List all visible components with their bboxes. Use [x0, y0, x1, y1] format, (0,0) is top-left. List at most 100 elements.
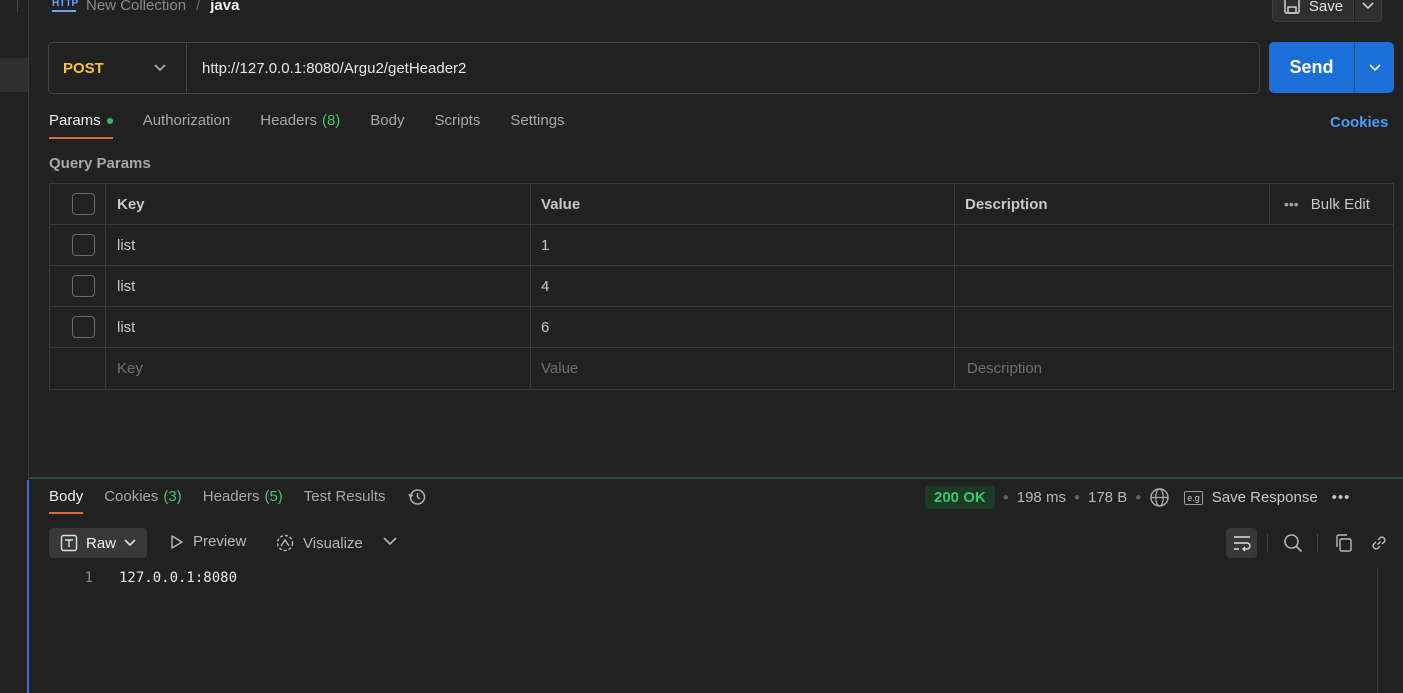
tab-authorization[interactable]: Authorization: [143, 112, 231, 139]
request-url-bar: POST http://127.0.0.1:8080/Argu2/getHead…: [48, 42, 1260, 94]
row-checkbox-cell: [50, 225, 106, 265]
sidebar-accent-line: [27, 480, 29, 693]
tab-label: Test Results: [303, 488, 386, 505]
table-row: list 1: [50, 225, 1393, 266]
row-checkbox[interactable]: [72, 316, 95, 338]
breadcrumb: HTTP New Collection / java: [52, 0, 239, 16]
preview-button[interactable]: Preview: [169, 533, 246, 550]
response-tab-headers[interactable]: Headers (5): [203, 488, 283, 514]
row-checkbox-cell: [50, 307, 106, 347]
param-key[interactable]: list: [106, 307, 531, 347]
send-button[interactable]: Send: [1269, 42, 1354, 93]
editor-scrollbar[interactable]: [1377, 568, 1378, 693]
save-icon: [1284, 0, 1300, 14]
line-number: 1: [84, 570, 93, 586]
link-button[interactable]: [1367, 532, 1391, 554]
search-button[interactable]: [1281, 532, 1305, 554]
response-body-line: 127.0.0.1:8080: [119, 570, 238, 586]
tab-label: Cookies: [104, 488, 159, 505]
save-group: Save: [1272, 0, 1382, 22]
globe-icon[interactable]: [1149, 487, 1170, 508]
query-params-title: Query Params: [49, 155, 151, 172]
preview-label: Preview: [193, 533, 247, 550]
tab-label: Authorization: [142, 112, 231, 129]
param-key[interactable]: list: [106, 225, 531, 265]
param-key[interactable]: list: [106, 266, 531, 306]
tab-label: Headers: [260, 112, 317, 129]
column-header-description: Description: [955, 184, 1270, 224]
wrap-lines-button[interactable]: [1226, 528, 1257, 558]
param-description[interactable]: [955, 307, 1393, 347]
format-select[interactable]: Raw: [49, 528, 147, 558]
save-button[interactable]: Save: [1272, 0, 1354, 22]
response-size[interactable]: 178 B: [1088, 489, 1127, 506]
param-value[interactable]: 6: [531, 307, 955, 347]
save-dropdown-button[interactable]: [1354, 0, 1382, 22]
tab-label: Headers: [202, 488, 260, 505]
response-tab-cookies[interactable]: Cookies (3): [104, 488, 182, 514]
separator-dot: ●: [1073, 492, 1080, 503]
chevron-down-icon: [124, 539, 136, 547]
tab-body[interactable]: Body: [370, 112, 404, 139]
separator-dot: ●: [1135, 492, 1142, 503]
more-options-icon[interactable]: •••: [1284, 196, 1299, 212]
new-key-input[interactable]: Key: [106, 348, 531, 389]
history-button[interactable]: [407, 487, 427, 516]
select-all-cell: [50, 184, 106, 224]
new-value-input[interactable]: Value: [531, 348, 955, 389]
headers-count: (8): [321, 112, 341, 129]
cookies-link[interactable]: Cookies: [1330, 114, 1388, 131]
tab-label: Body: [49, 488, 84, 505]
visualize-button[interactable]: Visualize: [275, 533, 363, 553]
chevron-down-icon: [154, 64, 166, 72]
tab-label: Scripts: [434, 112, 481, 129]
row-checkbox-cell: [50, 266, 106, 306]
bulk-edit-cell: ••• Bulk Edit: [1270, 184, 1393, 224]
save-response-label: Save Response: [1211, 489, 1318, 506]
save-response-button[interactable]: e.g Save Response: [1184, 489, 1318, 506]
method-select[interactable]: POST: [49, 43, 187, 93]
tab-label: Body: [370, 112, 405, 129]
breadcrumb-collection[interactable]: New Collection: [86, 0, 186, 14]
copy-button[interactable]: [1332, 532, 1356, 554]
param-value[interactable]: 4: [531, 266, 955, 306]
send-dropdown-button[interactable]: [1354, 42, 1394, 93]
param-description[interactable]: [955, 266, 1393, 306]
play-icon: [171, 534, 183, 549]
breadcrumb-request-name[interactable]: java: [210, 0, 239, 14]
tab-params[interactable]: Params: [49, 112, 113, 139]
tab-scripts[interactable]: Scripts: [435, 112, 481, 139]
table-row: list 4: [50, 266, 1393, 307]
separator-dot: ●: [1002, 492, 1009, 503]
http-request-icon: HTTP: [52, 0, 78, 12]
response-tab-body[interactable]: Body: [49, 488, 84, 514]
pane-resize-handle[interactable]: [29, 477, 1403, 479]
history-icon: [407, 489, 425, 505]
new-description-input[interactable]: Description: [955, 348, 1393, 389]
response-time[interactable]: 198 ms: [1017, 489, 1066, 506]
select-all-checkbox[interactable]: [72, 193, 95, 215]
row-checkbox[interactable]: [72, 275, 95, 297]
table-row: list 6: [50, 307, 1393, 348]
row-checkbox[interactable]: [72, 234, 95, 256]
left-sidebar: [0, 0, 29, 693]
tab-headers[interactable]: Headers (8): [260, 112, 340, 139]
more-options-icon[interactable]: •••: [1332, 489, 1351, 506]
visualize-dropdown[interactable]: [383, 537, 397, 546]
param-description[interactable]: [955, 225, 1393, 265]
visualize-label: Visualize: [303, 534, 363, 552]
empty-checkbox-cell: [50, 348, 106, 389]
status-badge[interactable]: 200 OK: [925, 486, 995, 509]
visualize-icon: [276, 534, 294, 552]
url-input[interactable]: http://127.0.0.1:8080/Argu2/getHeader2: [187, 60, 466, 77]
new-param-row: Key Value Description: [50, 348, 1393, 389]
param-value[interactable]: 1: [531, 225, 955, 265]
sidebar-selected-item[interactable]: [0, 58, 28, 92]
chevron-down-icon: [1362, 2, 1374, 10]
response-body-editor[interactable]: 1 127.0.0.1:8080: [60, 570, 237, 586]
tab-settings[interactable]: Settings: [510, 112, 564, 139]
response-tabs: Body Cookies (3) Headers (5) Test Result…: [49, 488, 448, 520]
bulk-edit-button[interactable]: Bulk Edit: [1311, 196, 1370, 213]
request-tabs: Params Authorization Headers (8) Body Sc…: [49, 112, 595, 144]
response-tab-test-results[interactable]: Test Results: [304, 488, 386, 514]
